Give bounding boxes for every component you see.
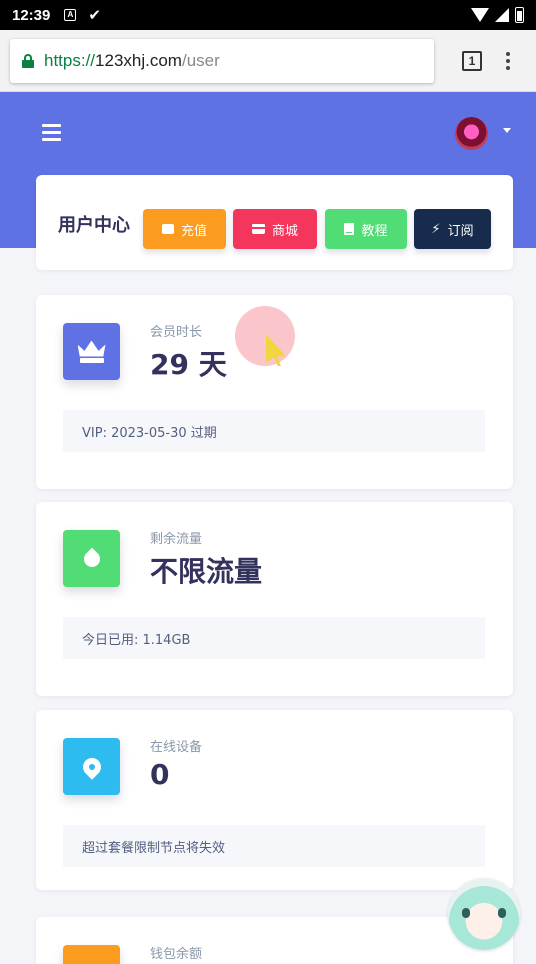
status-bar: 12:39 A ✔	[0, 0, 536, 30]
traffic-label: 剩余流量	[150, 532, 203, 547]
url-host: 123xhj.com	[95, 50, 182, 70]
url-bar[interactable]: https://123xhj.com/user	[10, 38, 434, 83]
bolt-icon: ⚡	[431, 221, 441, 237]
subscribe-button-label: 订阅	[447, 223, 474, 239]
traffic-icon-box	[63, 530, 120, 587]
overflow-menu-icon[interactable]	[506, 51, 510, 70]
shop-button[interactable]: 商城	[233, 209, 317, 249]
avatar[interactable]	[455, 117, 488, 150]
tutorial-button-label: 教程	[361, 223, 388, 239]
devices-note: 超过套餐限制节点将失效	[63, 825, 485, 867]
battery-icon	[515, 7, 524, 23]
tutorial-button[interactable]: 教程	[325, 209, 407, 249]
book-icon	[344, 223, 355, 235]
wallet-icon-box	[63, 945, 120, 964]
traffic-card: 剩余流量 不限流量 今日已用: 1.14GB	[36, 502, 513, 696]
browser-toolbar: https://123xhj.com/user 1	[0, 30, 536, 92]
traffic-value: 不限流量	[150, 555, 263, 588]
membership-expiry: VIP: 2023-05-30 过期	[63, 410, 485, 452]
chevron-down-icon[interactable]	[503, 128, 511, 133]
notification-a-icon: A	[64, 9, 77, 21]
membership-value: 29 天	[150, 348, 227, 381]
devices-icon-box	[63, 738, 120, 795]
url-scheme: https://	[44, 50, 96, 70]
status-right-icons	[471, 7, 524, 23]
touch-indicator	[235, 306, 295, 366]
devices-card: 在线设备 0 超过套餐限制节点将失效	[36, 710, 513, 890]
mascot-avatar[interactable]	[448, 878, 520, 950]
wifi-icon	[471, 8, 489, 22]
wallet-label: 钱包余额	[150, 947, 203, 962]
crown-icon	[77, 340, 106, 363]
traffic-today-used: 今日已用: 1.14GB	[63, 617, 485, 659]
location-pin-icon	[78, 753, 105, 780]
lock-icon[interactable]	[22, 53, 34, 68]
shop-button-label: 商城	[271, 223, 298, 239]
recharge-button-label: 充值	[180, 223, 207, 239]
download-done-icon: ✔	[88, 7, 101, 24]
wallet-card: 钱包余额	[36, 917, 513, 964]
droplet-icon	[80, 547, 103, 570]
subscribe-button[interactable]: ⚡ 订阅	[414, 209, 491, 249]
user-center-header-card: 用户中心 充值 商城 教程 ⚡ 订阅	[36, 175, 513, 270]
url-path: /user	[181, 50, 220, 70]
membership-icon-box	[63, 323, 120, 380]
recharge-button[interactable]: 充值	[143, 209, 226, 249]
devices-value: 0	[150, 758, 170, 791]
page-title: 用户中心	[58, 215, 130, 236]
store-icon	[251, 224, 265, 234]
card-icon	[161, 224, 174, 234]
status-time: 12:39	[12, 6, 51, 24]
devices-label: 在线设备	[150, 740, 203, 755]
tab-switcher-button[interactable]: 1	[462, 50, 482, 71]
cell-signal-icon	[495, 8, 509, 22]
membership-label: 会员时长	[150, 325, 203, 340]
hamburger-menu-icon[interactable]	[42, 124, 61, 141]
